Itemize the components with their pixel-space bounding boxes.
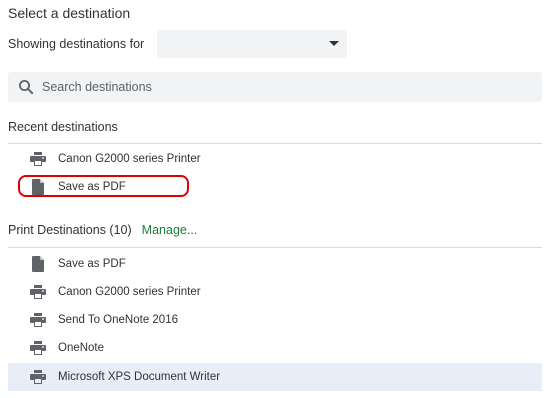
printer-icon: [30, 151, 46, 167]
printer-icon: [30, 369, 46, 385]
destination-label: Canon G2000 series Printer: [58, 286, 201, 298]
destination-filter-label: Showing destinations for: [8, 37, 145, 51]
destination-label: Save as PDF: [58, 258, 126, 270]
chevron-down-icon: [329, 41, 339, 46]
dialog-title: Select a destination: [8, 5, 131, 21]
destination-item-microsoft-xps[interactable]: Microsoft XPS Document Writer: [8, 363, 542, 391]
destination-item-onenote[interactable]: OneNote: [8, 334, 542, 362]
destination-label: Canon G2000 series Printer: [58, 153, 201, 165]
pdf-file-icon: [30, 179, 46, 195]
printer-icon: [30, 340, 46, 356]
printer-icon: [30, 312, 46, 328]
destination-filter-row: Showing destinations for: [8, 30, 348, 58]
recent-divider: [8, 143, 542, 144]
manage-link[interactable]: Manage...: [142, 223, 198, 237]
destination-filter-select[interactable]: [157, 30, 347, 58]
print-destinations-heading: Print Destinations (10) Manage...: [8, 223, 197, 237]
destination-label: Save as PDF: [58, 181, 126, 193]
pdf-file-icon: [30, 256, 46, 272]
recent-destinations-heading: Recent destinations: [8, 120, 118, 134]
destination-label: Microsoft XPS Document Writer: [58, 371, 221, 383]
print-destinations-label: Print Destinations (10): [8, 223, 132, 237]
recent-item-canon[interactable]: Canon G2000 series Printer: [8, 145, 542, 173]
recent-destinations-label: Recent destinations: [8, 120, 118, 134]
print-destinations-divider: [8, 247, 542, 248]
destination-label: OneNote: [58, 342, 105, 354]
destination-item-save-as-pdf[interactable]: Save as PDF: [8, 250, 542, 278]
destination-label: Send To OneNote 2016: [58, 314, 178, 326]
search-input[interactable]: [42, 80, 522, 94]
recent-item-save-as-pdf[interactable]: Save as PDF: [8, 173, 542, 201]
destination-item-canon[interactable]: Canon G2000 series Printer: [8, 278, 542, 306]
printer-icon: [30, 284, 46, 300]
search-bar: [8, 72, 542, 102]
destination-item-send-to-onenote[interactable]: Send To OneNote 2016: [8, 306, 542, 334]
search-icon: [11, 72, 41, 102]
